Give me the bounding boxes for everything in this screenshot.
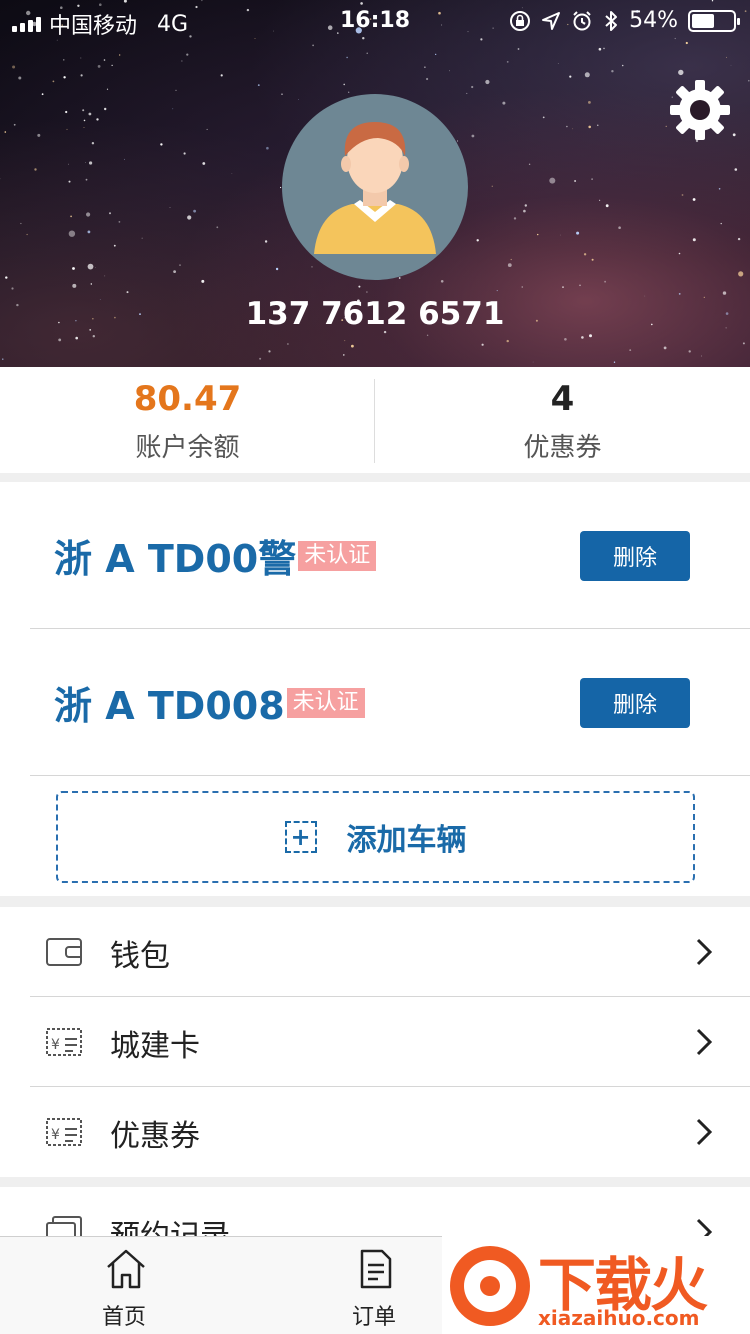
- svg-text:¥: ¥: [51, 1127, 60, 1143]
- card-icon: ¥: [46, 1028, 82, 1056]
- menu-item-city-card[interactable]: ¥ 城建卡: [0, 997, 750, 1087]
- delete-vehicle-button[interactable]: 删除: [580, 678, 690, 728]
- add-icon: +: [284, 821, 317, 853]
- svg-text:¥: ¥: [51, 1037, 60, 1053]
- gear-icon[interactable]: [668, 78, 732, 142]
- location-icon: [542, 11, 561, 30]
- menu-item-label: 钱包: [110, 939, 170, 974]
- add-vehicle-button[interactable]: + 添加车辆: [56, 791, 695, 883]
- vehicle-row: 浙 A TD00警 未认证 删除: [0, 482, 750, 629]
- menu-item-wallet[interactable]: 钱包: [0, 907, 750, 997]
- menu-item-label: 城建卡: [110, 1029, 200, 1064]
- document-icon: [360, 1249, 392, 1289]
- license-plate: 浙 A TD00警: [54, 537, 297, 581]
- tab-orders[interactable]: 订单: [314, 1237, 434, 1334]
- license-plate: 浙 A TD008: [54, 684, 285, 728]
- divider: [30, 775, 750, 776]
- chevron-right-icon: [696, 1028, 713, 1056]
- alarm-icon: [573, 10, 591, 30]
- menu-list: 钱包 ¥ 城建卡 ¥ 优惠券: [0, 907, 750, 1177]
- account-stats: 80.47 账户余额 4 优惠券: [0, 367, 750, 473]
- coupon-count: 4: [550, 379, 575, 419]
- status-bar: 中国移动 4G 16:18 54%: [0, 0, 750, 40]
- profile-header: 中国移动 4G 16:18 54% 137 7612 6571: [0, 0, 750, 367]
- menu-item-label: 优惠券: [110, 1119, 200, 1154]
- balance-label: 账户余额: [135, 433, 240, 463]
- avatar-person-icon: [314, 122, 436, 254]
- coupon-icon: ¥: [46, 1118, 82, 1146]
- unverified-badge: 未认证: [298, 540, 377, 571]
- vehicle-list: 浙 A TD00警 未认证 删除 浙 A TD008 未认证 删除 + 添加车辆: [0, 482, 750, 896]
- tab-home[interactable]: 首页: [64, 1237, 184, 1334]
- battery-icon: [688, 9, 740, 32]
- rotation-lock-icon: [510, 10, 531, 31]
- watermark-url: xiazaihuo.com: [538, 1306, 700, 1330]
- wallet-icon: [46, 938, 82, 966]
- tab-home-label: 首页: [101, 1305, 146, 1330]
- coupon-stat[interactable]: 4 优惠券: [375, 367, 750, 473]
- delete-vehicle-button[interactable]: 删除: [580, 531, 690, 581]
- balance-stat[interactable]: 80.47 账户余额: [0, 367, 375, 473]
- coupon-label: 优惠券: [523, 433, 602, 463]
- balance-value: 80.47: [133, 379, 242, 419]
- vehicle-row: 浙 A TD008 未认证 删除: [0, 629, 750, 776]
- tab-orders-label: 订单: [351, 1305, 396, 1330]
- unverified-badge: 未认证: [286, 687, 365, 718]
- chevron-right-icon: [696, 1118, 713, 1146]
- avatar[interactable]: [282, 94, 468, 280]
- bluetooth-icon: [605, 10, 618, 31]
- watermark-logo: 下载火 xiazaihuo.com: [442, 1236, 750, 1334]
- battery-percent: 54%: [629, 8, 678, 33]
- home-icon: [107, 1249, 145, 1289]
- menu-item-coupons[interactable]: ¥ 优惠券: [0, 1087, 750, 1177]
- phone-number: 137 7612 6571: [245, 296, 505, 332]
- add-vehicle-label: 添加车辆: [346, 823, 467, 858]
- chevron-right-icon: [696, 938, 713, 966]
